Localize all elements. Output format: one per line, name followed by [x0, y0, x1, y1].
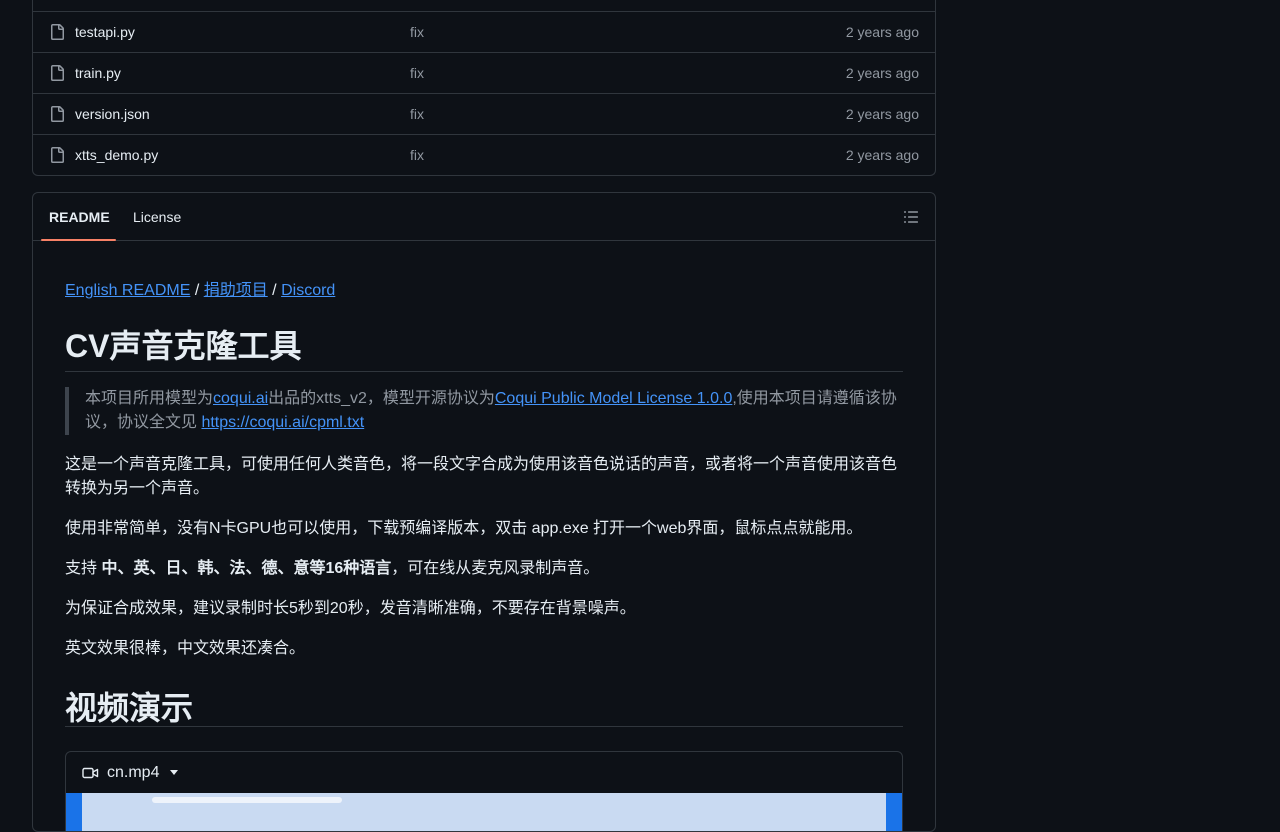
languages-pre: 支持 — [65, 560, 102, 577]
quality-paragraph: 英文效果很棒，中文效果还凑合。 — [65, 640, 306, 657]
file-name[interactable]: testapi.py — [75, 24, 135, 40]
file-row[interactable]: xtts_demo.py fix 2 years ago — [33, 135, 935, 175]
file-icon — [51, 24, 64, 40]
video-frame — [82, 793, 886, 831]
file-row[interactable]: version.json fix 2 years ago — [33, 94, 935, 135]
list-unordered-icon[interactable] — [903, 209, 919, 225]
readme-link-row: English README / 捐助项目 / Discord — [65, 276, 335, 300]
link-separator: / — [267, 282, 282, 299]
intro-paragraph: 这是一个声音克隆工具，可使用任何人类音色，将一段文字合成为使用该音色说话的声音，… — [65, 456, 898, 497]
english-readme-link[interactable]: English README — [65, 282, 190, 299]
tab-license[interactable]: License — [133, 209, 181, 225]
chevron-down-icon[interactable] — [170, 770, 178, 775]
readme-tabs: README License — [33, 193, 935, 241]
commit-message[interactable]: fix — [410, 65, 424, 81]
readme-panel: README License English README / 捐助项目 / D… — [32, 192, 936, 832]
file-row[interactable]: train.py fix 2 years ago — [33, 53, 935, 94]
video-filename[interactable]: cn.mp4 — [107, 764, 159, 782]
license-blockquote: 本项目所用模型为coqui.ai出品的xtts_v2，模型开源协议为Coqui … — [65, 387, 903, 435]
license-text-link[interactable]: https://coqui.ai/cpml.txt — [201, 414, 364, 431]
commit-date: 2 years ago — [845, 65, 919, 81]
file-icon — [51, 106, 64, 122]
video-heading: 视频演示 — [65, 683, 903, 727]
quote-text: 出品的xtts_v2，模型开源协议为 — [268, 390, 495, 407]
quote-text: 本项目所用模型为 — [85, 390, 214, 407]
file-row[interactable]: testapi.py fix 2 years ago — [33, 12, 935, 53]
video-player[interactable] — [66, 793, 902, 831]
file-icon — [51, 147, 64, 163]
video-frame-bar — [152, 797, 342, 803]
commit-date: 2 years ago — [845, 106, 919, 122]
file-name[interactable]: version.json — [75, 106, 150, 122]
tab-readme[interactable]: README — [49, 209, 110, 225]
file-name[interactable]: xtts_demo.py — [75, 147, 158, 163]
license-link[interactable]: Coqui Public Model License 1.0.0 — [495, 390, 732, 407]
commit-message[interactable]: fix — [410, 24, 424, 40]
active-tab-indicator — [41, 239, 116, 241]
languages-post: ，可在线从麦克风录制声音。 — [391, 560, 600, 577]
file-name[interactable]: train.py — [75, 65, 121, 81]
commit-message[interactable]: fix — [410, 147, 424, 163]
file-icon — [51, 65, 64, 81]
commit-date: 2 years ago — [845, 147, 919, 163]
video-embed: cn.mp4 — [65, 751, 903, 831]
link-separator: / — [190, 282, 204, 299]
file-list: testapi.py fix 2 years ago train.py fix … — [32, 0, 936, 176]
commit-message[interactable]: fix — [410, 106, 424, 122]
languages-bold: 中、英、日、韩、法、德、意等16种语言 — [101, 560, 392, 577]
recording-paragraph: 为保证合成效果，建议录制时长5秒到20秒，发音清晰准确，不要存在背景噪声。 — [65, 600, 636, 617]
usage-paragraph: 使用非常简单，没有N卡GPU也可以使用，下载预编译版本，双击 app.exe 打… — [65, 520, 863, 537]
commit-date: 2 years ago — [845, 24, 919, 40]
donate-link[interactable]: 捐助项目 — [204, 282, 268, 299]
languages-paragraph: 支持 中、英、日、韩、法、德、意等16种语言，可在线从麦克风录制声音。 — [65, 557, 903, 581]
readme-title: CV声音克隆工具 — [65, 321, 903, 372]
video-icon — [82, 767, 99, 779]
file-list-top — [33, 0, 935, 12]
video-header: cn.mp4 — [66, 752, 902, 793]
discord-link[interactable]: Discord — [281, 282, 335, 299]
coqui-link[interactable]: coqui.ai — [213, 390, 268, 407]
